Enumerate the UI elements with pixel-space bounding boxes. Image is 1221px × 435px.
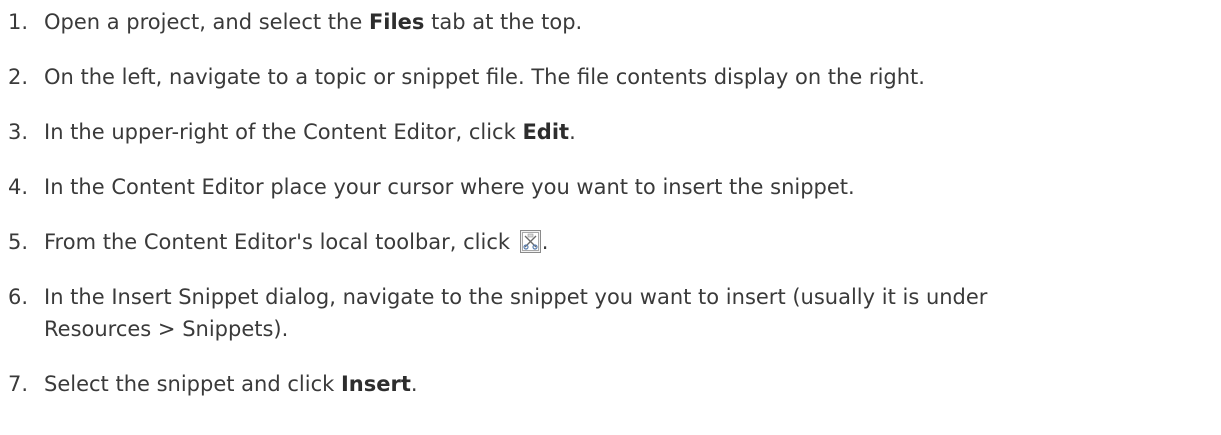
- step-number: 1.: [8, 10, 29, 34]
- instruction-steps: 1. Open a project, and select the Files t…: [0, 0, 1221, 435]
- step-number: 2.: [8, 65, 29, 89]
- step-text: Open a project, and select the: [44, 10, 369, 34]
- step-text: In the Content Editor place your cursor …: [44, 175, 855, 199]
- step-6: 6. In the Insert Snippet dialog, navigate…: [0, 281, 1210, 345]
- edit-button-label: Edit: [522, 120, 570, 144]
- step-text: In the upper-right of the Content Editor…: [44, 120, 523, 144]
- step-text: Select the snippet and click: [44, 372, 341, 396]
- step-text: On the left, navigate to a topic or snip…: [44, 65, 925, 89]
- step-number: 3.: [8, 120, 29, 144]
- step-text: .: [410, 372, 418, 396]
- step-text-line2: Resources > Snippets).: [44, 317, 289, 341]
- step-7: 7. Select the snippet and click Insert.: [0, 368, 1210, 400]
- step-5: 5. From the Content Editor's local toolba…: [0, 226, 1210, 258]
- insert-button-label: Insert: [340, 372, 411, 396]
- step-4: 4. In the Content Editor place your curso…: [0, 171, 1210, 203]
- step-3: 3. In the upper-right of the Content Edit…: [0, 116, 1210, 148]
- insert-snippet-icon: [519, 230, 541, 253]
- step-number: 4.: [8, 175, 29, 199]
- step-text: tab at the top.: [424, 10, 583, 34]
- step-1: 1. Open a project, and select the Files t…: [0, 6, 1210, 38]
- step-number: 7.: [8, 372, 29, 396]
- step-number: 5.: [8, 230, 29, 254]
- step-2: 2. On the left, navigate to a topic or sn…: [0, 61, 1210, 93]
- step-text: .: [541, 230, 549, 254]
- step-text-line1: In the Insert Snippet dialog, navigate t…: [44, 285, 988, 309]
- step-number: 6.: [8, 285, 29, 309]
- files-tab-label: Files: [368, 10, 425, 34]
- step-text: From the Content Editor's local toolbar,…: [44, 230, 517, 254]
- step-text: .: [569, 120, 576, 144]
